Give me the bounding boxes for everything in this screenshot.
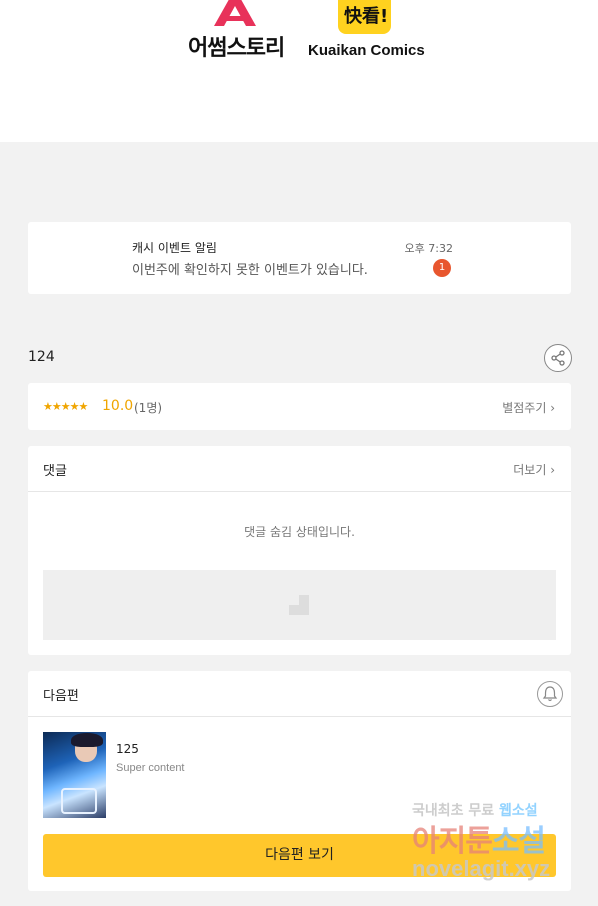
notification-title: 캐시 이벤트 알림 — [132, 241, 217, 255]
rating-stars: ★★★★★ — [43, 400, 88, 413]
kuaikan-logo-mark: 快看! — [338, 0, 391, 34]
comments-header: 댓글 더보기 › — [28, 446, 571, 492]
awsome-story-logo-mark — [214, 0, 256, 26]
top-banner: 어썸스토리 快看! Kuaikan Comics — [0, 0, 598, 142]
comments-hidden-message: 댓글 숨김 상태입니다. — [244, 525, 355, 539]
share-button[interactable] — [544, 344, 572, 372]
episode-number: 124 — [28, 349, 55, 365]
notification-message: 이번주에 확인하지 못한 이벤트가 있습니다. — [132, 263, 368, 278]
rate-button[interactable]: 별점주기 › — [502, 399, 555, 416]
comments-more-link[interactable]: 더보기 › — [513, 461, 555, 478]
ad-placeholder — [43, 570, 556, 640]
next-episode-header: 다음편 — [28, 671, 571, 717]
cash-event-notification[interactable]: 캐시 이벤트 알림 이번주에 확인하지 못한 이벤트가 있습니다. 오후 7:3… — [28, 222, 571, 294]
notification-badge: 1 — [433, 259, 451, 277]
next-episode-label: 다음편 — [43, 689, 79, 704]
share-icon — [551, 350, 565, 366]
kuaikan-logo-text: Kuaikan Comics — [308, 42, 425, 59]
rating-score: 10.0 — [102, 398, 134, 414]
image-placeholder-icon — [289, 595, 309, 615]
awsome-story-logo-text: 어썸스토리 — [188, 36, 285, 61]
awsome-story-logo: 어썸스토리 — [188, 0, 298, 61]
next-episode-subtitle: Super content — [116, 762, 185, 774]
next-episode-thumbnail[interactable] — [43, 732, 106, 818]
bell-icon — [542, 686, 558, 702]
rating-card: ★★★★★ 10.0 (1명) 별점주기 › — [28, 383, 571, 430]
notification-time: 오후 7:32 — [404, 242, 453, 255]
watermark: 국내최초 무료 웹소설 아지툰소설 novelagit.xyz — [412, 803, 551, 881]
next-episode-title[interactable]: 125 — [116, 742, 139, 756]
rating-count: (1명) — [134, 401, 163, 415]
comments-section: 댓글 더보기 › 댓글 숨김 상태입니다. — [28, 446, 571, 655]
kuaikan-logo: 快看! Kuaikan Comics — [308, 0, 428, 64]
notify-button[interactable] — [537, 681, 563, 707]
comments-label: 댓글 — [43, 464, 67, 479]
